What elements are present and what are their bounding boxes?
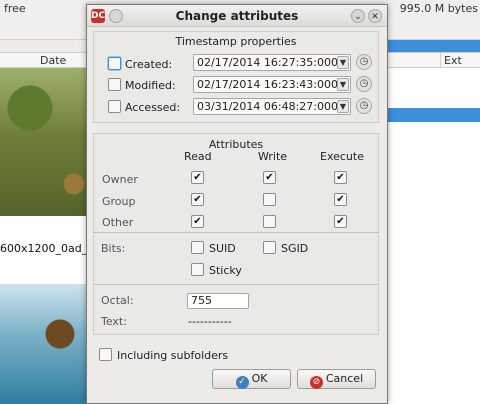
- other-execute-checkbox[interactable]: ✔: [334, 215, 347, 228]
- close-icon[interactable]: ✕: [368, 9, 382, 23]
- accessed-checkbox[interactable]: [108, 100, 121, 113]
- read-column-header: Read: [184, 150, 212, 163]
- divider: [93, 232, 379, 233]
- group-read-checkbox[interactable]: ✔: [191, 193, 204, 206]
- ok-button[interactable]: ✓ OK: [212, 369, 291, 389]
- image-thumbnail[interactable]: [0, 68, 86, 216]
- modified-label: Modified:: [125, 79, 176, 92]
- ext-column-header[interactable]: Ext: [444, 54, 462, 67]
- thumbnail-filename[interactable]: 600x1200_0ad_: [0, 242, 87, 255]
- timestamp-group-title: Timestamp properties: [175, 35, 297, 48]
- bits-label: Bits:: [101, 242, 126, 255]
- image-thumbnail[interactable]: [0, 284, 86, 404]
- timestamp-group: Timestamp properties Created: 02/17/2014…: [93, 31, 379, 123]
- owner-label: Owner: [102, 173, 138, 186]
- selected-file-row[interactable]: [378, 108, 480, 122]
- chevron-down-icon[interactable]: ⌄: [351, 9, 365, 23]
- chevron-down-icon[interactable]: ▼: [337, 100, 349, 113]
- disk-size-label: 995.0 M bytes: [399, 2, 478, 15]
- accessed-label: Accessed:: [125, 101, 181, 114]
- column-divider[interactable]: [440, 53, 441, 67]
- created-checkbox[interactable]: [108, 57, 121, 70]
- ok-button-label: OK: [251, 372, 268, 385]
- permissions-text-value: -----------: [188, 315, 232, 328]
- chevron-down-icon[interactable]: ▼: [337, 78, 349, 91]
- group-execute-checkbox[interactable]: ✔: [334, 193, 347, 206]
- including-subfolders-label: Including subfolders: [117, 349, 229, 362]
- left-panel-column-header[interactable]: Date: [0, 52, 86, 68]
- created-datetime-value: 02/17/2014 16:27:35:000: [197, 56, 339, 69]
- other-write-checkbox[interactable]: [263, 215, 276, 228]
- date-column-header[interactable]: Date: [40, 54, 66, 67]
- left-panel-path-bar[interactable]: [0, 40, 86, 52]
- right-panel-column-header[interactable]: Ext: [378, 52, 480, 68]
- modified-checkbox[interactable]: [108, 78, 121, 91]
- free-space-label: free: [4, 2, 26, 15]
- dialog-title: Change attributes: [175, 9, 299, 23]
- sgid-checkbox[interactable]: [263, 241, 276, 254]
- accessed-datetime-value: 03/31/2014 06:48:27:000: [197, 100, 339, 113]
- other-read-checkbox[interactable]: ✔: [191, 215, 204, 228]
- cancel-icon: ⊘: [309, 376, 323, 389]
- text-label: Text:: [101, 315, 127, 328]
- owner-read-checkbox[interactable]: ✔: [191, 171, 204, 184]
- divider: [93, 284, 379, 285]
- clock-icon[interactable]: ◷: [356, 54, 372, 70]
- suid-label: SUID: [209, 242, 236, 255]
- owner-execute-checkbox[interactable]: ✔: [334, 171, 347, 184]
- modified-datetime-value: 02/17/2014 16:23:43:000: [197, 78, 339, 91]
- group-label: Group: [102, 195, 136, 208]
- created-label: Created:: [125, 58, 173, 71]
- cancel-button[interactable]: ⊘ Cancel: [297, 369, 376, 389]
- execute-column-header: Execute: [320, 150, 364, 163]
- created-datetime-field[interactable]: 02/17/2014 16:27:35:000 ▼: [193, 54, 351, 71]
- including-subfolders-checkbox[interactable]: [99, 348, 112, 361]
- sgid-label: SGID: [281, 242, 309, 255]
- clock-icon[interactable]: ◷: [356, 98, 372, 114]
- octal-label: Octal:: [101, 294, 134, 307]
- sticky-checkbox[interactable]: [191, 263, 204, 276]
- owner-write-checkbox[interactable]: ✔: [263, 171, 276, 184]
- group-write-checkbox[interactable]: [263, 193, 276, 206]
- suid-checkbox[interactable]: [191, 241, 204, 254]
- dialog-titlebar[interactable]: DC Change attributes ⌄ ✕: [87, 5, 387, 27]
- sticky-label: Sticky: [209, 264, 242, 277]
- clock-icon[interactable]: ◷: [356, 76, 372, 92]
- cancel-button-label: Cancel: [325, 372, 364, 385]
- write-column-header: Write: [258, 150, 288, 163]
- octal-input[interactable]: 755: [187, 293, 249, 309]
- chevron-down-icon[interactable]: ▼: [337, 56, 349, 69]
- checkmark-icon: ✓: [235, 376, 249, 389]
- modified-datetime-field[interactable]: 02/17/2014 16:23:43:000 ▼: [193, 76, 351, 93]
- right-panel-path-bar[interactable]: [378, 40, 480, 52]
- accessed-datetime-field[interactable]: 03/31/2014 06:48:27:000 ▼: [193, 98, 351, 115]
- change-attributes-dialog: DC Change attributes ⌄ ✕ Timestamp prope…: [86, 4, 388, 404]
- other-label: Other: [102, 216, 134, 229]
